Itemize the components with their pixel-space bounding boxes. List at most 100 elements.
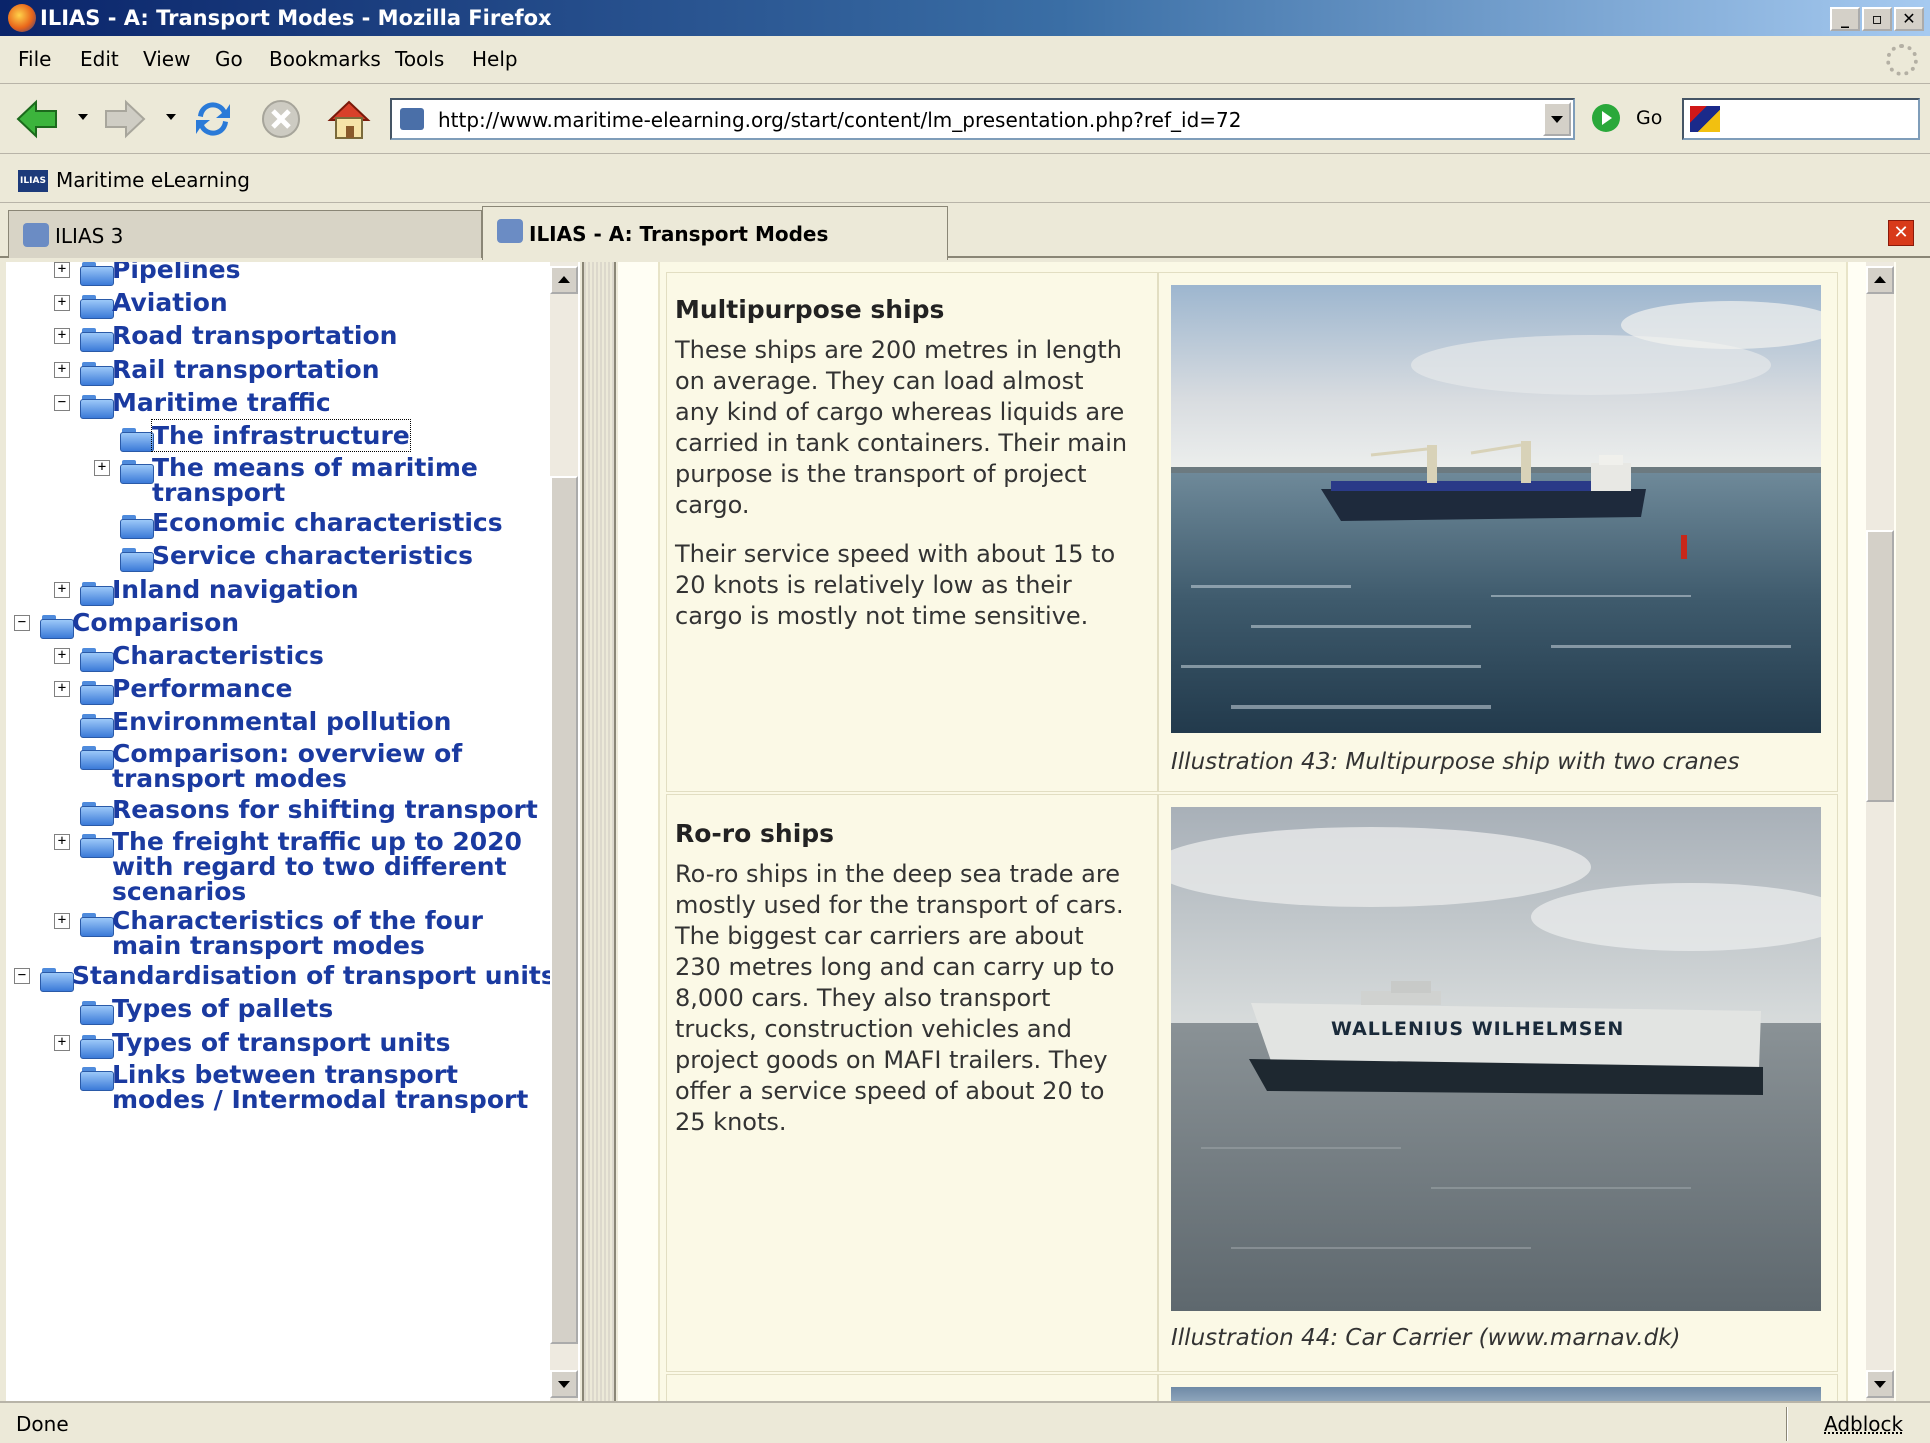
menu-tools[interactable]: Tools [395, 47, 444, 71]
tab-label: ILIAS 3 [55, 224, 124, 248]
search-engine-icon[interactable] [1690, 106, 1720, 132]
expand-icon[interactable]: + [54, 648, 70, 664]
scroll-thumb[interactable] [1866, 530, 1894, 802]
content-scrollbar[interactable] [1866, 262, 1894, 1401]
tree-scrollbar[interactable] [550, 262, 578, 1401]
expand-icon[interactable]: + [54, 328, 70, 344]
tree-item-label[interactable]: Economic characteristics [152, 507, 503, 538]
folder-icon [80, 832, 114, 858]
section-body: Ro-ro ships in the deep sea trade are mo… [675, 859, 1155, 1138]
reload-icon[interactable] [190, 96, 236, 142]
content-sheet: Multipurpose ships These ships are 200 m… [658, 262, 1848, 1401]
menu-go[interactable]: Go [215, 47, 243, 71]
folder-icon [120, 546, 154, 572]
tree-item-label[interactable]: The infrastructure [151, 419, 411, 452]
menu-bookmarks[interactable]: Bookmarks [269, 47, 381, 71]
stop-icon[interactable] [258, 96, 304, 142]
expand-icon[interactable]: + [54, 681, 70, 697]
paragraph: Ro-ro ships in the deep sea trade are mo… [675, 859, 1155, 1138]
folder-icon [80, 293, 114, 319]
forward-arrow-icon[interactable] [102, 96, 148, 142]
tree-item[interactable]: Comparison: overview of transport modes [6, 738, 546, 793]
address-history-dropdown[interactable] [1543, 102, 1571, 136]
tree-item-label[interactable]: Maritime traffic [112, 387, 331, 418]
menu-view[interactable]: View [143, 47, 190, 71]
tree-item[interactable]: + The freight traffic up to 2020 with rega… [6, 826, 546, 906]
tree-item[interactable]: Links between transport modes / Intermoda… [6, 1059, 546, 1114]
collapse-icon[interactable]: − [54, 395, 70, 411]
tree-item-label[interactable]: scenarios [112, 876, 246, 907]
menu-file[interactable]: File [18, 47, 51, 71]
tree-item-label[interactable]: Inland navigation [112, 574, 359, 605]
bookmark-maritime-elearning[interactable]: Maritime eLearning [56, 168, 250, 192]
tree-item-label[interactable]: Types of transport units [112, 1027, 450, 1058]
scroll-thumb[interactable] [550, 476, 578, 1344]
expand-icon[interactable]: + [54, 295, 70, 311]
browser-window: ILIAS - A: Transport Modes - Mozilla Fir… [0, 0, 1930, 1443]
tree-item-label[interactable]: Aviation [112, 287, 228, 318]
title-bar: ILIAS - A: Transport Modes - Mozilla Fir… [0, 0, 1930, 36]
tree-item-label[interactable]: Pipelines [112, 262, 241, 285]
menu-help[interactable]: Help [472, 47, 518, 71]
text-line: any kind of cargo whereas liquids are [675, 398, 1125, 426]
tree-item-label[interactable]: Environmental pollution [112, 706, 451, 737]
expand-icon[interactable]: + [54, 913, 70, 929]
tab-bar: ILIAS 3 ILIAS - A: Transport Modes ✕ [0, 204, 1930, 260]
scroll-up-arrow[interactable] [1866, 266, 1894, 294]
expand-icon[interactable]: + [94, 460, 110, 476]
tree-item-label[interactable]: Performance [112, 673, 292, 704]
minimize-button[interactable]: _ [1830, 7, 1860, 31]
scroll-up-arrow[interactable] [550, 266, 578, 294]
expand-icon[interactable]: + [54, 362, 70, 378]
tree-item-label[interactable]: transport [152, 477, 285, 508]
tree-item-label[interactable]: Standardisation of transport units [72, 960, 556, 991]
expand-icon[interactable]: + [54, 262, 70, 278]
tree-item-label[interactable]: Characteristics [112, 640, 324, 671]
folder-icon [120, 513, 154, 539]
close-tab-icon[interactable]: ✕ [1888, 220, 1914, 246]
scroll-down-arrow[interactable] [1866, 1370, 1894, 1398]
folder-icon [40, 613, 74, 639]
expand-icon[interactable]: + [54, 1035, 70, 1051]
tree-item[interactable]: + Characteristics of the four main transpo… [6, 905, 546, 960]
menu-edit[interactable]: Edit [80, 47, 119, 71]
tree-item-label[interactable]: Road transportation [112, 320, 397, 351]
frame-divider[interactable] [582, 262, 616, 1401]
collapse-icon[interactable]: − [14, 615, 30, 631]
multipurpose-text-cell: Multipurpose ships These ships are 200 m… [666, 272, 1158, 792]
adblock-button[interactable]: Adblock [1824, 1412, 1903, 1436]
tree-item-label[interactable]: Reasons for shifting transport [112, 794, 538, 825]
tree-item-label[interactable]: transport modes [112, 763, 347, 794]
close-window-button[interactable]: ✕ [1894, 7, 1924, 31]
text-line: 230 metres long and can carry up to [675, 953, 1115, 981]
collapse-icon[interactable]: − [14, 968, 30, 984]
tree-item-label[interactable]: Service characteristics [152, 540, 473, 571]
address-bar[interactable]: http://www.maritime-elearning.org/start/… [390, 98, 1575, 140]
folder-icon [80, 911, 114, 937]
back-history-dropdown[interactable] [78, 114, 88, 120]
restore-button[interactable]: ▫ [1862, 7, 1892, 31]
tree-item-label[interactable]: Comparison [72, 607, 239, 638]
scroll-down-arrow[interactable] [550, 1370, 578, 1398]
forward-history-dropdown[interactable] [166, 114, 176, 120]
folder-icon [80, 393, 114, 419]
home-icon[interactable] [326, 96, 372, 142]
text-line: project goods on MAFI trailers. They [675, 1046, 1108, 1074]
tab-ilias-3[interactable]: ILIAS 3 [8, 210, 482, 258]
expand-icon[interactable]: + [54, 582, 70, 598]
expand-icon[interactable]: + [54, 834, 70, 850]
navigation-toolbar: http://www.maritime-elearning.org/start/… [0, 84, 1930, 154]
back-arrow-icon[interactable] [14, 96, 60, 142]
tree-item-label[interactable]: modes / Intermodal transport [112, 1084, 528, 1115]
tab-favicon [23, 223, 49, 247]
tab-transport-modes[interactable]: ILIAS - A: Transport Modes [482, 206, 948, 260]
tree-item[interactable]: + The means of maritime transport [6, 452, 546, 507]
address-url[interactable]: http://www.maritime-elearning.org/start/… [438, 108, 1241, 132]
search-box[interactable] [1682, 98, 1920, 140]
tree-item-label[interactable]: main transport modes [112, 930, 425, 961]
firefox-icon [8, 4, 36, 32]
tree-item-label[interactable]: Rail transportation [112, 354, 380, 385]
tree-item-label[interactable]: Types of pallets [112, 993, 333, 1024]
navigation-tree-frame: modes+Pipelines+Aviation+Road transporta… [6, 262, 580, 1401]
text-line: cargo is mostly not time sensitive. [675, 602, 1089, 630]
